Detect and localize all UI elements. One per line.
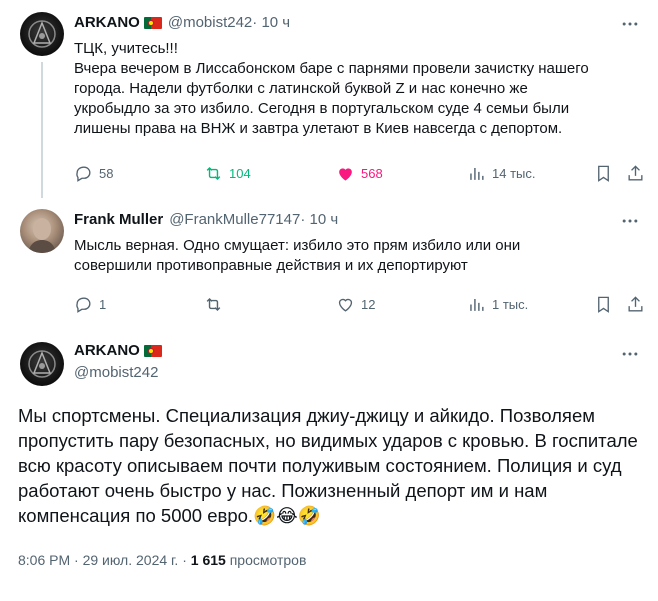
bookmark-icon[interactable] <box>594 164 613 183</box>
tweet-text: ТЦК, учитесь!!! Вчера вечером в Лиссабон… <box>74 39 589 139</box>
like-count: 12 <box>361 297 376 312</box>
tweet-line: пропустить пару безопасных, но видимых у… <box>18 430 638 451</box>
retweet-button[interactable] <box>204 295 229 314</box>
views-icon <box>470 298 484 311</box>
retweet-button[interactable]: 104 <box>204 164 251 183</box>
author-handle[interactable]: @mobist242 <box>74 364 158 381</box>
author-handle-row: @mobist242 <box>74 364 158 381</box>
tweet-line: города. Надели футболки с латинской букв… <box>74 80 528 97</box>
author-handle[interactable]: @FrankMulle77147 <box>169 211 300 228</box>
reply-count: 58 <box>99 166 114 181</box>
tweet-line: совершили противоправные действия и их д… <box>74 257 468 274</box>
tweet-line: Вчера вечером в Лиссабонском баре с парн… <box>74 60 589 77</box>
views-count: 14 тыс. <box>492 166 536 181</box>
main-tweet-text: Мы спортсмены. Специализация джиу-джицу … <box>18 403 643 528</box>
tweet-text: Мысль верная. Одно смущает: избило это п… <box>74 236 520 276</box>
tweet-line: лишены права на ВНЖ и завтра улетают в К… <box>74 120 563 137</box>
tweet-line: Мысль верная. Одно смущает: избило это п… <box>74 237 521 254</box>
flag-portugal-icon <box>143 344 162 357</box>
tweet-header: Frank Muller @FrankMulle77147 · 10 ч <box>74 211 338 228</box>
tweet-header: ARKANO <box>74 342 168 359</box>
thread-line <box>41 62 43 198</box>
like-icon <box>339 168 352 181</box>
reply-button[interactable]: 1 <box>74 295 106 314</box>
tweet-line: всю красоту описываем почти полуживым со… <box>18 455 622 476</box>
author-name[interactable]: Frank Muller <box>74 211 163 228</box>
reply-icon <box>76 166 91 182</box>
bookmark-icon[interactable] <box>594 295 613 314</box>
avatar[interactable] <box>20 209 64 253</box>
avatar[interactable] <box>20 12 64 56</box>
reply-icon <box>76 297 91 313</box>
tweet-1[interactable]: ARKANO @mobist242 · 10 ч ТЦК, учитесь!!!… <box>0 0 658 198</box>
author-name[interactable]: ARKANO <box>74 14 140 31</box>
avatar[interactable] <box>20 342 64 386</box>
tweet-line: компенсация по 5000 евро.🤣😂🤣 <box>18 505 321 526</box>
like-count: 568 <box>361 166 383 181</box>
tweet-meta: 8:06 PM · 29 июл. 2024 г. · 1 615 просмо… <box>18 552 306 568</box>
avatar-logo-icon <box>28 20 56 48</box>
author-handle[interactable]: @mobist242 <box>168 14 252 31</box>
views-icon <box>470 167 484 180</box>
retweet-icon <box>206 166 221 181</box>
flag-portugal-icon <box>143 16 162 29</box>
action-bar: 1 12 1 тыс. <box>74 295 644 315</box>
views-count: 1 тыс. <box>492 297 529 312</box>
views-button[interactable]: 1 тыс. <box>467 295 528 314</box>
like-button[interactable]: 12 <box>336 295 375 314</box>
reply-count: 1 <box>99 297 107 312</box>
avatar-logo-icon <box>28 350 56 378</box>
author-name[interactable]: ARKANO <box>74 342 140 359</box>
tweet-line: укробыдло за это избило. Сегодня в порту… <box>74 100 570 117</box>
tweet-timestamp[interactable]: 8:06 PM · 29 июл. 2024 г. · <box>18 552 191 568</box>
views-label: просмотров <box>225 552 307 568</box>
tweet-2[interactable]: Frank Muller @FrankMulle77147 · 10 ч Мыс… <box>0 195 658 330</box>
retweet-count: 104 <box>229 166 251 181</box>
tweet-line: работают очень быстро у нас. Пожизненный… <box>18 480 548 501</box>
share-icon[interactable] <box>626 295 645 314</box>
avatar-photo-icon <box>28 218 56 253</box>
like-button[interactable]: 568 <box>336 164 383 183</box>
more-icon[interactable] <box>620 211 640 231</box>
like-icon <box>338 298 353 312</box>
tweet-line: Мы спортсмены. Специализация джиу-джицу … <box>18 405 595 426</box>
retweet-icon <box>206 297 221 312</box>
views-button[interactable]: 14 тыс. <box>467 164 535 183</box>
share-icon[interactable] <box>626 164 645 183</box>
tweet-time[interactable]: · 10 ч <box>300 211 338 228</box>
more-icon[interactable] <box>620 344 640 364</box>
reply-button[interactable]: 58 <box>74 164 113 183</box>
more-icon[interactable] <box>620 14 640 34</box>
tweet-time[interactable]: · 10 ч <box>252 14 290 31</box>
action-bar: 58 104 568 14 тыс. <box>74 164 644 184</box>
views-number: 1 615 <box>190 552 226 568</box>
tweet-header: ARKANO @mobist242 · 10 ч <box>74 14 290 31</box>
tweet-line: ТЦК, учитесь!!! <box>74 40 178 57</box>
